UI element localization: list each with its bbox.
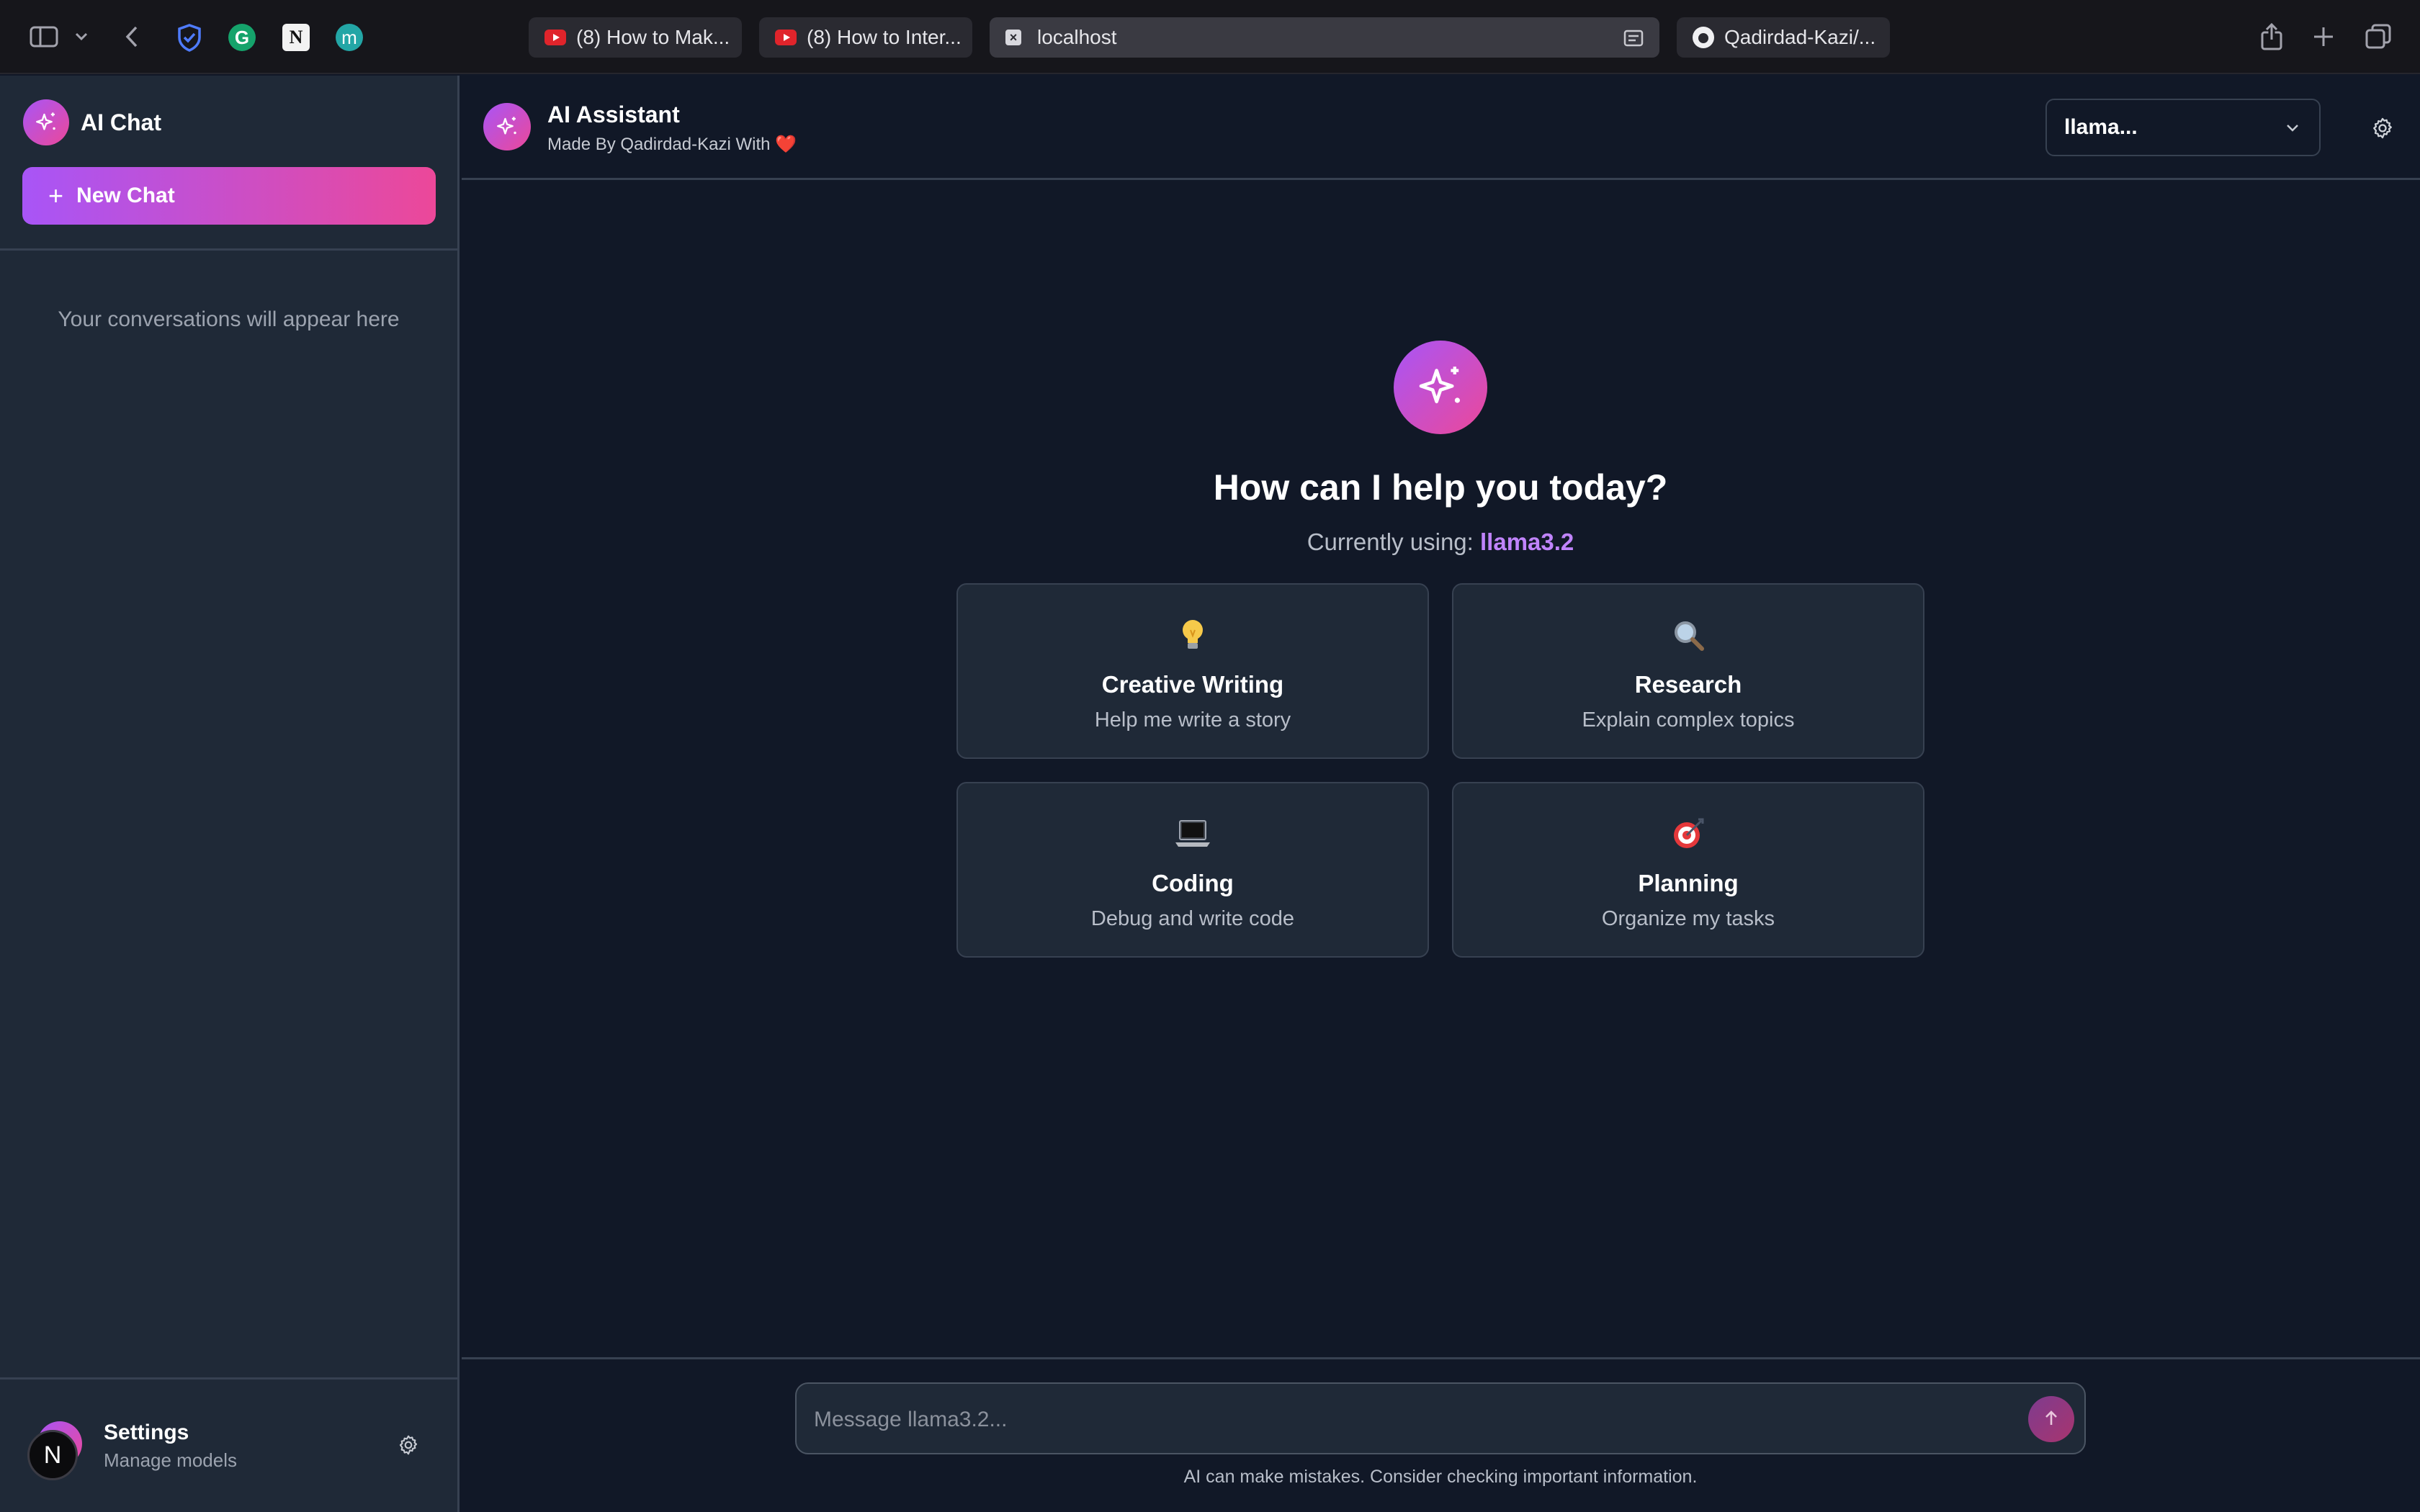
message-composer xyxy=(795,1382,2086,1454)
send-button[interactable] xyxy=(2028,1396,2074,1442)
reader-mode-icon[interactable] xyxy=(1623,29,1644,52)
card-subtitle: Debug and write code xyxy=(1090,907,1295,930)
new-chat-button[interactable]: + New Chat xyxy=(22,167,436,225)
plus-icon: + xyxy=(48,181,64,210)
browser-tab[interactable]: (8) How to Mak... xyxy=(529,17,742,58)
sparkles-icon xyxy=(483,103,531,150)
browser-tab-active[interactable]: × localhost xyxy=(990,17,1659,58)
divider xyxy=(0,1377,457,1380)
model-select[interactable]: llama... xyxy=(2045,99,2321,156)
suggestion-card-research[interactable]: Research Explain complex topics xyxy=(1452,583,1924,759)
card-subtitle: Organize my tasks xyxy=(1601,907,1775,930)
chevron-down-icon[interactable] xyxy=(72,17,91,56)
tab-label: (8) How to Mak... xyxy=(576,26,730,48)
target-icon xyxy=(1453,814,1923,854)
card-title: Creative Writing xyxy=(1101,671,1284,698)
user-avatar[interactable]: N xyxy=(27,1430,78,1480)
disclaimer-text: AI can make mistakes. Consider checking … xyxy=(1183,1467,1698,1487)
divider xyxy=(0,248,457,251)
back-arrow-icon[interactable] xyxy=(121,17,143,56)
tab-overview-icon[interactable] xyxy=(2364,17,2393,56)
github-icon xyxy=(1693,27,1714,48)
magnifier-icon xyxy=(1453,615,1923,655)
suggestion-card-creative-writing[interactable]: Creative Writing Help me write a story xyxy=(956,583,1429,759)
sidebar: AI Chat + New Chat Your conversations wi… xyxy=(0,76,460,1512)
tab-label: Qadirdad-Kazi/... xyxy=(1724,26,1876,48)
card-title: Research xyxy=(1634,671,1742,698)
welcome-title: How can I help you today? xyxy=(1213,467,1668,508)
suggestion-card-coding[interactable]: Coding Debug and write code xyxy=(956,782,1429,958)
model-select-value: llama... xyxy=(2064,115,2138,139)
app-title: AI Chat xyxy=(81,109,161,135)
tab-label: localhost xyxy=(1037,26,1117,48)
card-subtitle: Help me write a story xyxy=(1094,708,1291,732)
current-model-label: Currently using: xyxy=(1307,528,1474,555)
lightbulb-icon xyxy=(958,615,1428,655)
browser-toolbar: G N m (8) How to Mak... (8) How to Inter… xyxy=(0,0,2420,74)
gear-icon[interactable] xyxy=(2367,112,2398,144)
card-title: Coding xyxy=(1152,870,1234,896)
tab-label: (8) How to Inter... xyxy=(807,26,962,48)
empty-conversations-hint: Your conversations will appear here xyxy=(58,307,400,331)
card-title: Planning xyxy=(1638,870,1739,896)
assistant-title: AI Assistant xyxy=(547,102,680,127)
sparkles-icon xyxy=(23,99,69,145)
chat-header: AI Assistant Made By Qadirdad-Kazi With … xyxy=(462,76,2420,180)
settings-title: Settings xyxy=(104,1420,189,1444)
m-extension-icon[interactable]: m xyxy=(336,24,363,51)
close-tab-icon[interactable]: × xyxy=(1005,30,1021,45)
card-subtitle: Explain complex topics xyxy=(1582,708,1795,732)
current-model-line: Currently using: llama3.2 xyxy=(1152,528,1729,556)
sidebar-toggle-icon[interactable] xyxy=(27,17,60,56)
settings-subtitle: Manage models xyxy=(104,1449,237,1471)
sparkles-icon xyxy=(1394,341,1487,434)
current-model-name: llama3.2 xyxy=(1480,528,1574,555)
grammarly-extension-icon[interactable]: G xyxy=(228,24,256,51)
suggestion-card-planning[interactable]: Planning Organize my tasks xyxy=(1452,782,1924,958)
assistant-subtitle: Made By Qadirdad-Kazi With ❤️ xyxy=(547,135,797,154)
new-chat-label: New Chat xyxy=(76,184,175,207)
divider xyxy=(462,1357,2420,1359)
arrow-up-icon xyxy=(2042,1409,2061,1430)
notion-extension-icon[interactable]: N xyxy=(282,24,310,51)
settings-entry[interactable]: N Settings Manage models xyxy=(27,1418,431,1482)
laptop-icon xyxy=(958,814,1428,854)
chevron-down-icon xyxy=(2285,120,2300,140)
share-icon[interactable] xyxy=(2259,17,2285,56)
shield-extension-icon[interactable] xyxy=(176,24,203,52)
gear-icon[interactable] xyxy=(394,1431,423,1459)
message-input[interactable] xyxy=(814,1398,1995,1441)
youtube-icon xyxy=(544,30,566,45)
sidebar-brand: AI Chat xyxy=(23,99,161,145)
browser-tab[interactable]: (8) How to Inter... xyxy=(759,17,972,58)
youtube-icon xyxy=(775,30,797,45)
browser-tab[interactable]: Qadirdad-Kazi/... xyxy=(1677,17,1890,58)
avatar: N xyxy=(27,1421,82,1480)
new-tab-plus-icon[interactable] xyxy=(2311,17,2336,56)
